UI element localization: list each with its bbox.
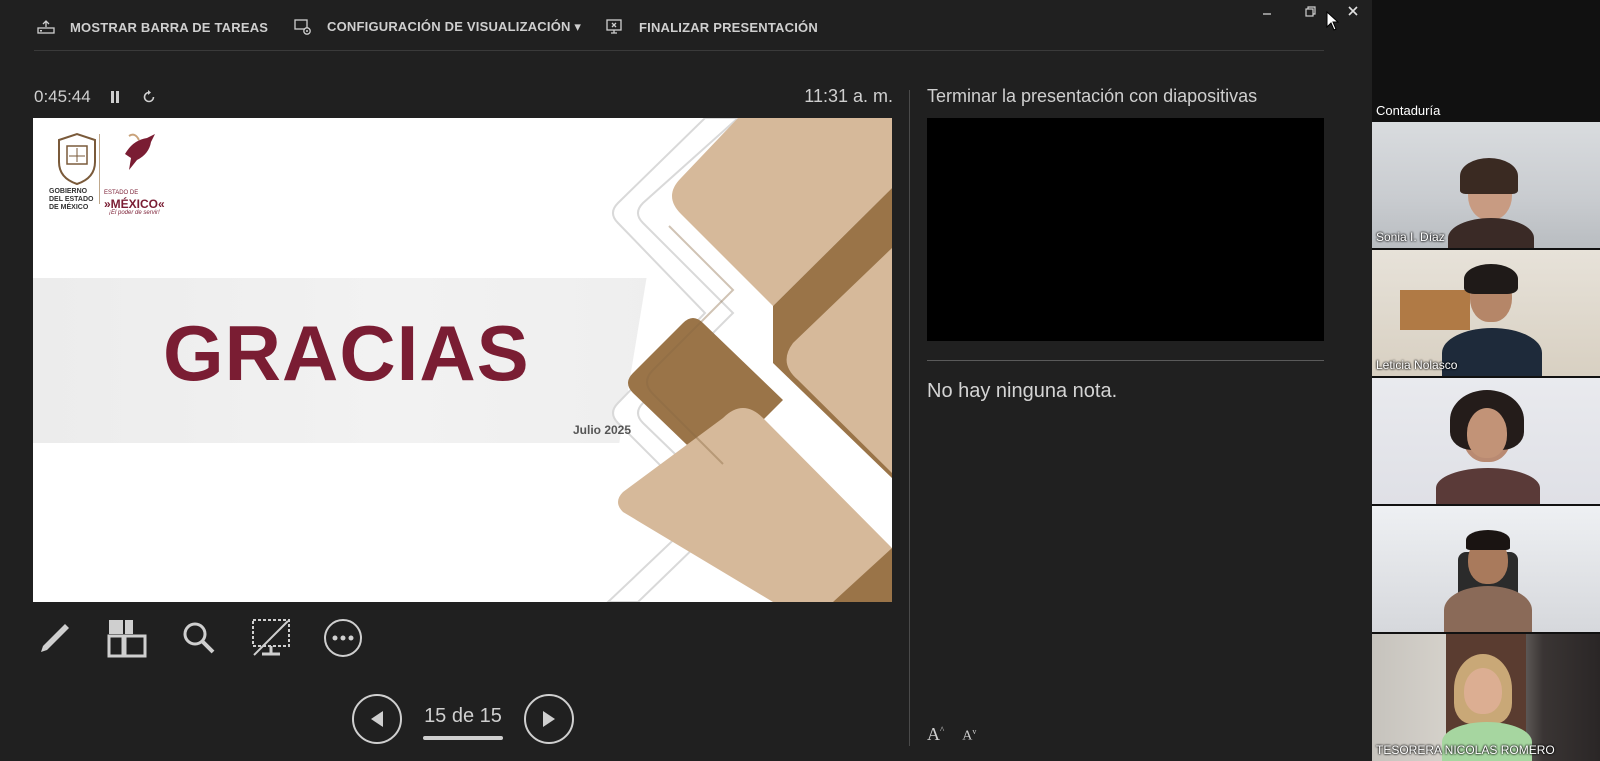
notes-font-controls: A^ Av bbox=[927, 724, 976, 745]
participant-face-front bbox=[1467, 408, 1507, 458]
notes-divider[interactable] bbox=[927, 360, 1324, 361]
timer-bar: 0:45:44 bbox=[34, 86, 159, 108]
pen-tool-button[interactable] bbox=[34, 617, 76, 659]
end-show-label: FINALIZAR PRESENTACIÓN bbox=[639, 19, 818, 35]
restore-button[interactable] bbox=[1298, 2, 1322, 20]
current-slide[interactable]: GOBIERNO DEL ESTADO DE MÉXICO ESTADO DE … bbox=[33, 118, 892, 602]
end-show-icon bbox=[605, 17, 625, 37]
speaker-notes: No hay ninguna nota. bbox=[927, 380, 1118, 402]
display-settings-label: CONFIGURACIÓN DE VISUALIZACIÓN ▾ bbox=[327, 19, 582, 34]
decrease-font-icon: A bbox=[962, 729, 973, 744]
close-button[interactable] bbox=[1341, 2, 1365, 20]
participant-tile[interactable]: Sonia I. Díaz bbox=[1372, 122, 1600, 248]
participant-body bbox=[1436, 468, 1540, 504]
restart-timer-button[interactable] bbox=[139, 87, 159, 107]
participant-name: Leticia Nolasco bbox=[1376, 358, 1458, 372]
grid-icon bbox=[107, 620, 147, 658]
mouse-cursor-icon bbox=[1326, 11, 1340, 31]
slide-title: GRACIAS bbox=[163, 309, 530, 397]
participant-tile[interactable]: Leticia Nolasco bbox=[1372, 250, 1600, 376]
display-settings-icon bbox=[293, 17, 313, 37]
coat-of-arms-icon bbox=[58, 132, 96, 186]
presenter-view: MOSTRAR BARRA DE TAREAS CONFIGURACIÓN DE… bbox=[0, 0, 1372, 761]
screen-toggle-icon bbox=[252, 619, 290, 656]
logo-divider bbox=[99, 134, 100, 204]
pane-splitter[interactable] bbox=[909, 90, 910, 746]
pen-icon bbox=[41, 624, 69, 652]
hummingbird-icon bbox=[125, 133, 155, 170]
gobierno-text: GOBIERNO DEL ESTADO DE MÉXICO bbox=[49, 188, 94, 211]
video-gallery: Contaduría Sonia I. Díaz Leticia Nolasco… bbox=[1372, 0, 1600, 761]
restart-icon bbox=[143, 90, 155, 103]
slide-date: Julio 2025 bbox=[573, 423, 632, 437]
pause-icon bbox=[110, 91, 119, 103]
participant-tile[interactable] bbox=[1372, 378, 1600, 504]
decrease-font-button[interactable]: Av bbox=[962, 727, 976, 745]
zoom-button[interactable] bbox=[178, 617, 220, 659]
page-indicator[interactable]: 15 de 15 bbox=[417, 705, 509, 728]
minimize-button[interactable] bbox=[1255, 2, 1279, 20]
next-slide-preview[interactable] bbox=[927, 118, 1324, 341]
close-icon bbox=[1348, 6, 1358, 16]
mexico-text: »MÉXICO« bbox=[104, 197, 165, 211]
participant-hair bbox=[1460, 158, 1518, 194]
slide-navigation: 15 de 15 bbox=[352, 694, 580, 744]
participant-face-front bbox=[1464, 668, 1502, 714]
participant-tile[interactable]: TESORERA NICOLAS ROMERO bbox=[1372, 634, 1600, 761]
show-taskbar-button[interactable]: MOSTRAR BARRA DE TAREAS bbox=[36, 16, 268, 38]
estado-de-text: ESTADO DE bbox=[104, 190, 139, 196]
black-screen-button[interactable] bbox=[250, 617, 292, 659]
end-show-button[interactable]: FINALIZAR PRESENTACIÓN bbox=[605, 16, 818, 38]
participant-background-shelf bbox=[1400, 290, 1470, 330]
government-logo: GOBIERNO DEL ESTADO DE MÉXICO ESTADO DE … bbox=[49, 132, 189, 216]
triangle-left-icon bbox=[371, 711, 383, 727]
participant-body bbox=[1444, 586, 1532, 632]
taskbar-icon bbox=[36, 17, 56, 37]
pause-timer-button[interactable] bbox=[105, 87, 125, 107]
magnifier-icon bbox=[183, 622, 215, 654]
participant-tile[interactable] bbox=[1372, 506, 1600, 632]
display-settings-button[interactable]: CONFIGURACIÓN DE VISUALIZACIÓN ▾ bbox=[293, 16, 581, 38]
show-taskbar-label: MOSTRAR BARRA DE TAREAS bbox=[70, 19, 269, 35]
participant-body bbox=[1448, 218, 1534, 248]
next-slide-button[interactable] bbox=[524, 694, 574, 744]
toolbar-divider bbox=[34, 50, 1324, 51]
participant-name: Sonia I. Díaz bbox=[1376, 230, 1445, 244]
more-options-button[interactable] bbox=[322, 617, 364, 659]
participant-name: TESORERA NICOLAS ROMERO bbox=[1376, 743, 1555, 757]
previous-slide-button[interactable] bbox=[352, 694, 402, 744]
lema-text: ¡El poder de servir! bbox=[109, 210, 160, 216]
page-indicator-underline bbox=[423, 736, 503, 740]
next-slide-title: Terminar la presentación con diapositiva… bbox=[927, 86, 1258, 106]
slide-tools bbox=[34, 617, 364, 659]
ellipsis-icon bbox=[324, 619, 362, 657]
elapsed-timer: 0:45:44 bbox=[34, 87, 91, 106]
gallery-title: Contaduría bbox=[1376, 103, 1441, 118]
restore-icon bbox=[1304, 5, 1316, 17]
increase-font-button[interactable]: A^ bbox=[927, 724, 944, 745]
current-time: 11:31 a. m. bbox=[804, 86, 893, 106]
participant-hair bbox=[1464, 264, 1518, 294]
see-all-slides-button[interactable] bbox=[106, 617, 148, 659]
triangle-right-icon bbox=[543, 711, 555, 727]
increase-font-icon: A bbox=[927, 724, 940, 744]
minimize-icon bbox=[1263, 13, 1271, 15]
participant-hair bbox=[1466, 530, 1510, 550]
presenter-toolbar: MOSTRAR BARRA DE TAREAS CONFIGURACIÓN DE… bbox=[0, 0, 1372, 52]
